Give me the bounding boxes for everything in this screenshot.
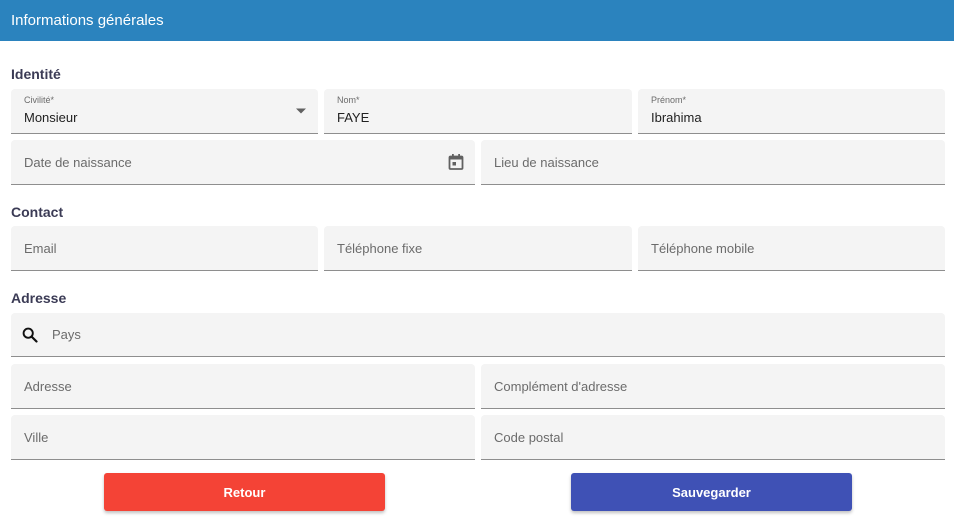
civility-select[interactable]: Civilité* Monsieur (11, 89, 318, 134)
section-title-address: Adresse (11, 290, 67, 306)
postal-code-placeholder: Code postal (494, 429, 564, 445)
mobile-field[interactable]: Téléphone mobile (638, 226, 945, 271)
last-name-value: FAYE (337, 110, 370, 125)
street-field[interactable]: Adresse (11, 364, 475, 409)
country-search-field[interactable]: Pays (11, 313, 945, 357)
birth-date-field[interactable]: Date de naissance (11, 140, 475, 185)
email-placeholder: Email (24, 240, 57, 256)
mobile-placeholder: Téléphone mobile (651, 240, 755, 256)
page-header: Informations générales (0, 0, 954, 41)
calendar-icon[interactable] (448, 154, 464, 171)
street-placeholder: Adresse (24, 378, 72, 394)
back-button[interactable]: Retour (104, 473, 385, 511)
birth-date-placeholder: Date de naissance (24, 154, 132, 170)
country-placeholder: Pays (52, 327, 81, 342)
postal-code-field[interactable]: Code postal (481, 415, 945, 460)
email-field[interactable]: Email (11, 226, 318, 271)
address-complement-field[interactable]: Complément d'adresse (481, 364, 945, 409)
address-complement-placeholder: Complément d'adresse (494, 378, 628, 394)
first-name-label: Prénom* (651, 95, 687, 105)
birth-place-placeholder: Lieu de naissance (494, 154, 599, 170)
last-name-field[interactable]: Nom* FAYE (324, 89, 632, 134)
civility-value: Monsieur (24, 110, 78, 125)
city-field[interactable]: Ville (11, 415, 475, 460)
city-placeholder: Ville (24, 429, 49, 445)
arrow-drop-down-icon (296, 108, 306, 114)
birth-place-field[interactable]: Lieu de naissance (481, 140, 945, 185)
search-icon (22, 327, 38, 343)
landline-placeholder: Téléphone fixe (337, 240, 423, 256)
civility-label: Civilité* (24, 95, 55, 105)
first-name-value: Ibrahima (651, 110, 702, 125)
landline-field[interactable]: Téléphone fixe (324, 226, 632, 271)
save-button[interactable]: Sauvegarder (571, 473, 852, 511)
first-name-field[interactable]: Prénom* Ibrahima (638, 89, 945, 134)
section-title-identity: Identité (11, 66, 61, 82)
section-title-contact: Contact (11, 204, 64, 220)
last-name-label: Nom* (337, 95, 360, 105)
page-title: Informations générales (11, 12, 164, 29)
